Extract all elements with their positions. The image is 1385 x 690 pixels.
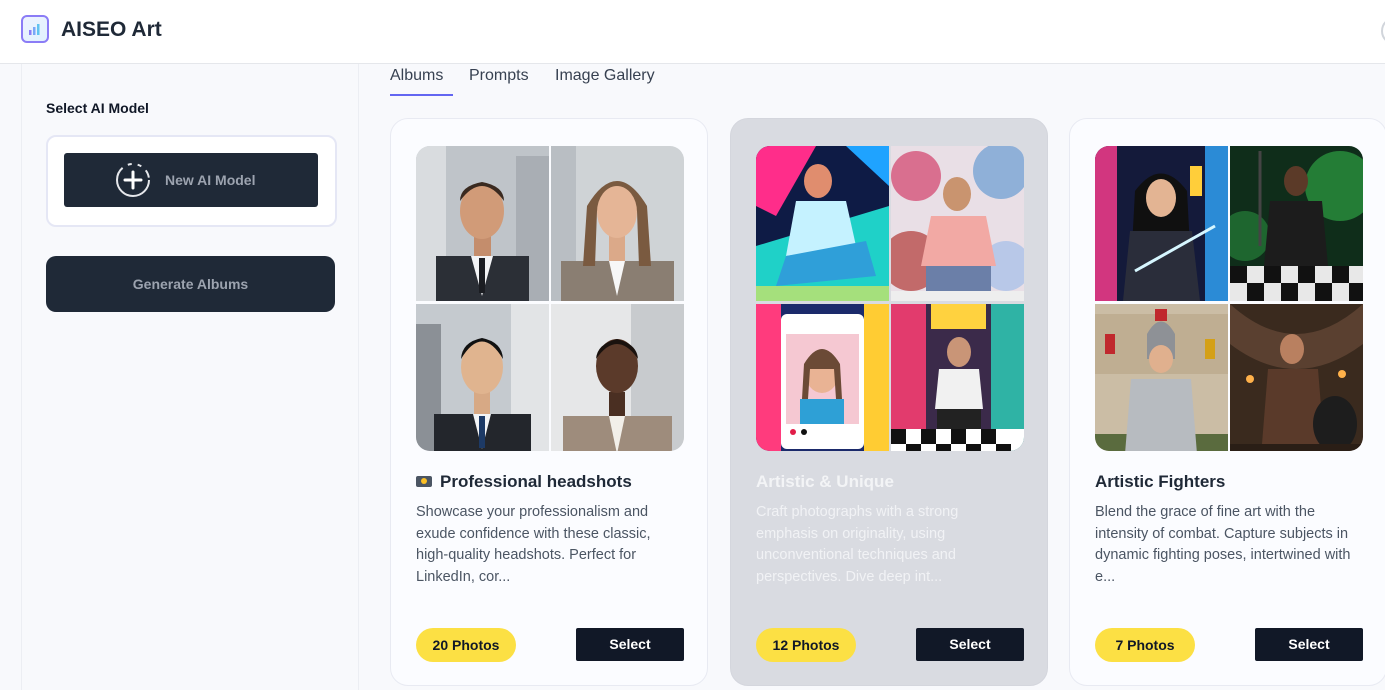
preview-image (1230, 146, 1363, 301)
top-bar: AISEO Art (0, 0, 1385, 64)
preview-image (551, 304, 684, 451)
preview-image (416, 304, 549, 451)
preview-image (416, 146, 549, 301)
tab-albums[interactable]: Albums (390, 67, 443, 85)
album-preview-grid (1095, 146, 1363, 451)
photo-count-badge: 7 Photos (1095, 628, 1195, 662)
album-description: Showcase your professionalism and exude … (416, 504, 651, 586)
album-preview-grid (416, 146, 684, 451)
model-box: New AI Model (46, 135, 337, 227)
album-card-professional-headshots[interactable]: Professional headshots Showcase your pro… (390, 118, 708, 686)
select-ai-model-title: Select AI Model (46, 100, 149, 116)
album-title: Artistic Fighters (1095, 472, 1226, 491)
app-title: AISEO Art (61, 18, 162, 41)
select-button[interactable]: Select (576, 628, 684, 661)
preview-image (1095, 146, 1228, 301)
preview-image (756, 146, 889, 301)
preview-image (756, 304, 889, 451)
tab-image-gallery[interactable]: Image Gallery (555, 67, 655, 85)
album-card-artistic-unique[interactable]: Artistic & Unique Craft photographs with… (730, 118, 1048, 686)
album-description: Blend the grace of fine art with the int… (1095, 504, 1351, 586)
generate-albums-button[interactable]: Generate Albums (46, 256, 335, 312)
tab-prompts[interactable]: Prompts (469, 67, 529, 85)
album-preview-grid (756, 146, 1024, 451)
photo-count-badge: 12 Photos (756, 628, 856, 662)
sidebar: Select AI Model New AI Model Generate Al… (21, 64, 359, 690)
album-title: Artistic & Unique (756, 472, 894, 491)
active-tab-indicator (390, 94, 453, 96)
select-button[interactable]: Select (1255, 628, 1363, 661)
new-ai-model-button[interactable]: New AI Model (64, 153, 318, 207)
logo-icon (21, 15, 49, 43)
album-description: Craft photographs with a strong emphasis… (756, 504, 959, 586)
profile-icon[interactable] (1381, 17, 1385, 45)
preview-image (891, 304, 1024, 451)
preview-image (1095, 304, 1228, 451)
preview-image (1230, 304, 1363, 451)
camera-icon (416, 476, 432, 487)
photo-count-badge: 20 Photos (416, 628, 516, 662)
preview-image (551, 146, 684, 301)
album-title: Professional headshots (416, 472, 632, 492)
plus-icon (116, 163, 150, 197)
album-card-artistic-fighters[interactable]: Artistic Fighters Blend the grace of fin… (1069, 118, 1385, 686)
preview-image (891, 146, 1024, 301)
new-ai-model-label: New AI Model (165, 172, 256, 188)
select-button[interactable]: Select (916, 628, 1024, 661)
